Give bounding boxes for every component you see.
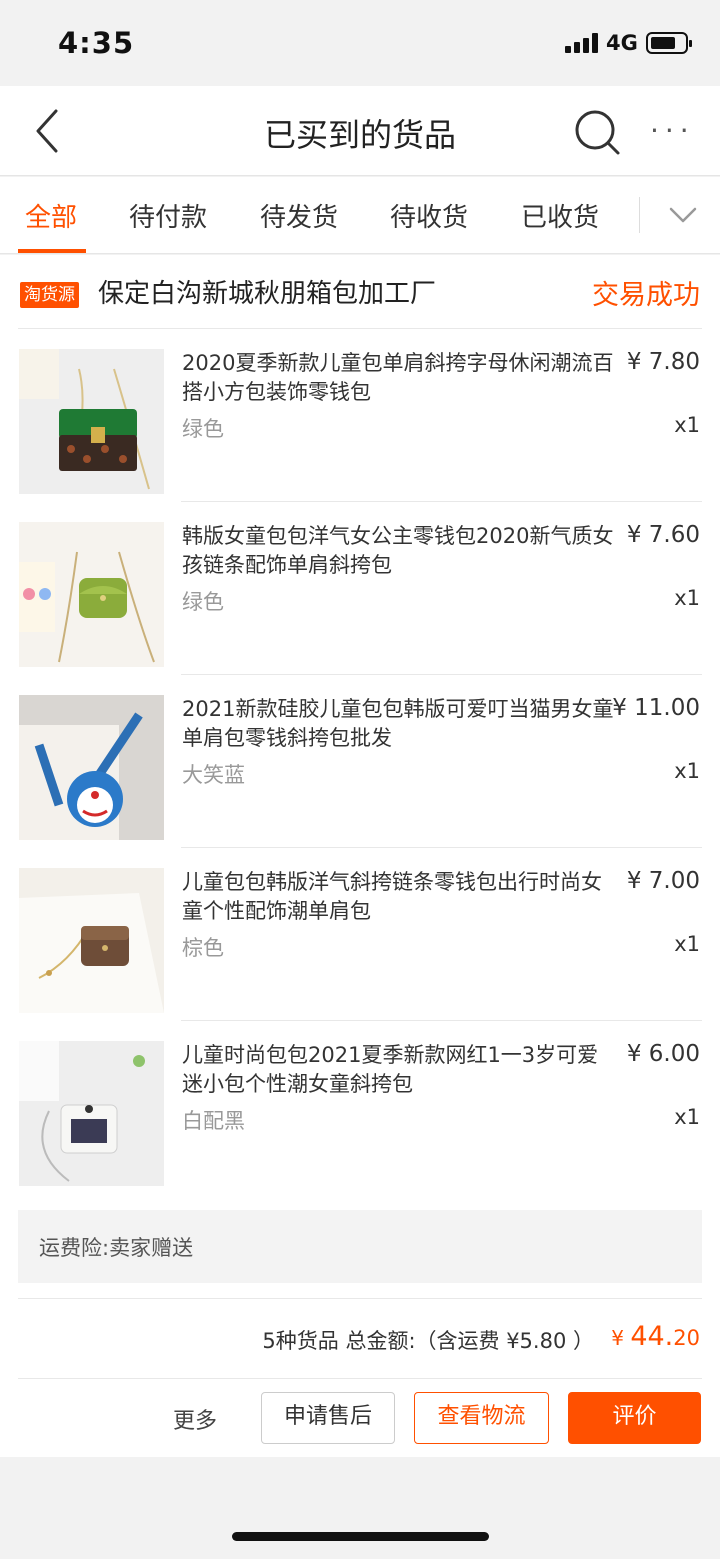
item-price: ¥ 7.80 bbox=[626, 349, 700, 375]
product-thumbnail[interactable] bbox=[19, 868, 164, 1013]
tab-pending-payment[interactable]: 待付款 bbox=[129, 197, 207, 234]
total-amount: ¥ 44.20 bbox=[611, 1321, 700, 1352]
status-bar: 4:35 4G bbox=[0, 0, 720, 86]
tab-pending-shipment[interactable]: 待发货 bbox=[260, 197, 338, 234]
product-thumbnail[interactable] bbox=[19, 349, 164, 494]
tab-received[interactable]: 已收货 bbox=[521, 197, 599, 234]
item-price: ¥ 7.00 bbox=[626, 868, 700, 894]
ellipsis-icon[interactable]: ··· bbox=[650, 114, 695, 147]
item-quantity: x1 bbox=[674, 413, 700, 437]
chevron-down-icon[interactable] bbox=[667, 201, 699, 229]
product-thumbnail[interactable] bbox=[19, 522, 164, 667]
more-link[interactable]: 更多 bbox=[173, 1403, 217, 1435]
item-price: ¥ 7.60 bbox=[626, 522, 700, 548]
item-title: 2021新款硅胶儿童包包韩版可爱叮当猫男女童单肩包零钱斜挎包批发 bbox=[182, 697, 614, 750]
total-currency: ¥ bbox=[611, 1326, 631, 1350]
order-item[interactable]: 2020夏季新款儿童包单肩斜挎字母休闲潮流百搭小方包装饰零钱包 ¥ 7.80 绿… bbox=[18, 329, 702, 502]
search-icon[interactable] bbox=[573, 108, 621, 156]
apply-after-sale-button[interactable]: 申请售后 bbox=[261, 1392, 395, 1444]
item-title: 儿童时尚包包2021夏季新款网红1一3岁可爱迷小包个性潮女童斜挎包 bbox=[182, 1043, 599, 1096]
product-thumbnail[interactable] bbox=[19, 695, 164, 840]
shop-source-tag: 淘货源 bbox=[20, 282, 79, 308]
review-button[interactable]: 评价 bbox=[568, 1392, 701, 1444]
item-quantity: x1 bbox=[674, 586, 700, 610]
order-item[interactable]: 儿童时尚包包2021夏季新款网红1一3岁可爱迷小包个性潮女童斜挎包 ¥ 6.00… bbox=[18, 1021, 702, 1194]
item-price: ¥ 11.00 bbox=[612, 695, 700, 721]
shop-name[interactable]: 保定白沟新城秋朋箱包加工厂 bbox=[98, 273, 436, 310]
order-item[interactable]: 2021新款硅胶儿童包包韩版可爱叮当猫男女童单肩包零钱斜挎包批发 ¥ 11.00… bbox=[18, 675, 702, 848]
shipping-insurance-box: 运费险:卖家赠送 bbox=[18, 1210, 702, 1283]
item-variant: 棕色 bbox=[182, 936, 224, 960]
shop-header[interactable]: 淘货源 保定白沟新城秋朋箱包加工厂 交易成功 bbox=[18, 255, 702, 329]
item-quantity: x1 bbox=[674, 759, 700, 783]
item-quantity: x1 bbox=[674, 932, 700, 956]
item-title: 韩版女童包包洋气女公主零钱包2020新气质女孩链条配饰单肩斜挎包 bbox=[182, 524, 614, 577]
signal-icon bbox=[565, 33, 599, 53]
shipping-insurance-text: 运费险:卖家赠送 bbox=[39, 1236, 194, 1260]
network-label: 4G bbox=[606, 31, 638, 55]
total-integer: 44. bbox=[630, 1321, 674, 1352]
item-variant: 白配黑 bbox=[182, 1109, 245, 1133]
product-thumbnail[interactable] bbox=[19, 1041, 164, 1186]
item-variant: 绿色 bbox=[182, 417, 224, 441]
order-tabs: 全部 待付款 待发货 待收货 已收货 bbox=[0, 177, 720, 254]
order-total-row: 5种货品 总金额:（含运费 ¥5.80 ） ¥ 44.20 bbox=[18, 1298, 702, 1379]
total-summary: 5种货品 总金额:（含运费 ¥5.80 ） bbox=[262, 1329, 594, 1353]
item-title: 2020夏季新款儿童包单肩斜挎字母休闲潮流百搭小方包装饰零钱包 bbox=[182, 351, 614, 404]
order-card: 淘货源 保定白沟新城秋朋箱包加工厂 交易成功 2020夏季新款儿童包单肩斜挎字母… bbox=[0, 255, 720, 1457]
order-item[interactable]: 韩版女童包包洋气女公主零钱包2020新气质女孩链条配饰单肩斜挎包 ¥ 7.60 … bbox=[18, 502, 702, 675]
tab-pending-receipt[interactable]: 待收货 bbox=[390, 197, 468, 234]
item-quantity: x1 bbox=[674, 1105, 700, 1129]
view-logistics-button[interactable]: 查看物流 bbox=[414, 1392, 549, 1444]
status-time: 4:35 bbox=[58, 26, 135, 60]
home-indicator bbox=[232, 1532, 489, 1541]
item-title: 儿童包包韩版洋气斜挎链条零钱包出行时尚女童个性配饰潮单肩包 bbox=[182, 870, 602, 923]
tab-divider bbox=[639, 197, 640, 233]
active-tab-underline bbox=[18, 249, 86, 253]
nav-bar: 已买到的货品 ··· bbox=[0, 86, 720, 176]
order-item[interactable]: 儿童包包韩版洋气斜挎链条零钱包出行时尚女童个性配饰潮单肩包 ¥ 7.00 棕色 … bbox=[18, 848, 702, 1021]
item-price: ¥ 6.00 bbox=[626, 1041, 700, 1067]
item-variant: 大笑蓝 bbox=[182, 763, 245, 787]
order-status: 交易成功 bbox=[592, 280, 700, 311]
battery-icon bbox=[646, 32, 692, 54]
tab-all[interactable]: 全部 bbox=[25, 197, 77, 234]
item-variant: 绿色 bbox=[182, 590, 224, 614]
total-decimal: 20 bbox=[673, 1326, 700, 1350]
